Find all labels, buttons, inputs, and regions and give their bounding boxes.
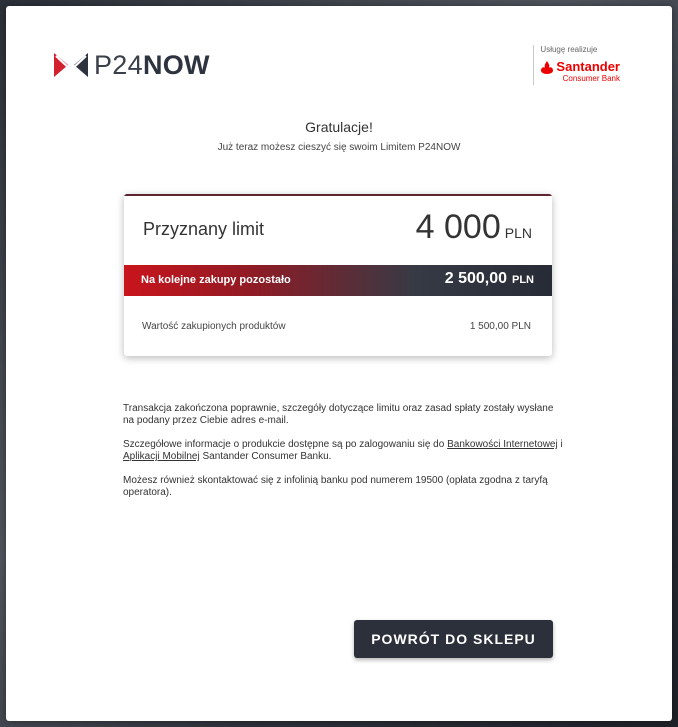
info-text: Transakcja zakończona poprawnie, szczegó… — [123, 403, 563, 511]
santander-logo: Santander — [540, 60, 620, 74]
info-banking-text: Szczegółowe informacje o produkcie dostę… — [123, 439, 448, 450]
partner-badge: Usługę realizuje Santander Consumer Bank — [533, 45, 620, 85]
page-subtitle: Już teraz możesz cieszyć się swoim Limit… — [217, 142, 461, 153]
purchased-products-label: Wartość zakupionych produktów — [142, 321, 286, 332]
info-paragraph-banking: Szczegółowe informacje o produkcie dostę… — [123, 439, 563, 463]
granted-limit-currency: PLN — [504, 225, 532, 241]
partner-name: Santander — [556, 59, 620, 74]
remaining-limit-currency: PLN — [512, 274, 534, 286]
card-top-accent — [124, 194, 552, 196]
limit-summary-card: Przyznany limit 4 000 PLN Na kolejne zak… — [124, 194, 552, 356]
page-title: Gratulacje! — [305, 119, 373, 135]
p24now-logo: P24NOW — [54, 50, 210, 80]
remaining-limit-value: 2 500,00 PLN — [445, 270, 534, 288]
mobile-app-link[interactable]: Aplikacji Mobilnej — [123, 451, 200, 462]
confirmation-modal: P24NOW Usługę realizuje Santander Consum… — [6, 6, 672, 721]
logo-wordmark: P24NOW — [94, 50, 210, 80]
partner-subname: Consumer Bank — [562, 74, 620, 83]
info-paragraph-hotline: Możesz również skontaktować się z infoli… — [123, 475, 548, 498]
partner-caption: Usługę realizuje — [540, 45, 598, 54]
logo-text-light: P24 — [94, 50, 143, 80]
back-to-shop-button[interactable]: POWRÓT DO SKLEPU — [354, 620, 553, 658]
p24now-logo-icon — [54, 53, 88, 77]
granted-limit-value: 4 000 PLN — [416, 208, 532, 247]
info-banking-suffix: Santander Consumer Banku. — [199, 451, 332, 462]
info-paragraph-email: Transakcja zakończona poprawnie, szczegó… — [123, 403, 554, 426]
logo-text-bold: NOW — [142, 50, 210, 80]
granted-limit-amount: 4 000 — [415, 208, 501, 246]
remaining-limit-bar: Na kolejne zakupy pozostało 2 500,00 PLN — [124, 265, 552, 296]
internet-banking-link[interactable]: Bankowości Internetowej — [447, 439, 558, 450]
info-banking-conjunction: i — [557, 439, 563, 450]
remaining-limit-amount: 2 500,00 — [444, 270, 507, 287]
granted-limit-label: Przyznany limit — [143, 219, 265, 239]
remaining-limit-label: Na kolejne zakupy pozostało — [141, 274, 291, 286]
purchased-products-value: 1 500,00 PLN — [469, 321, 531, 332]
santander-flame-icon — [541, 60, 554, 74]
